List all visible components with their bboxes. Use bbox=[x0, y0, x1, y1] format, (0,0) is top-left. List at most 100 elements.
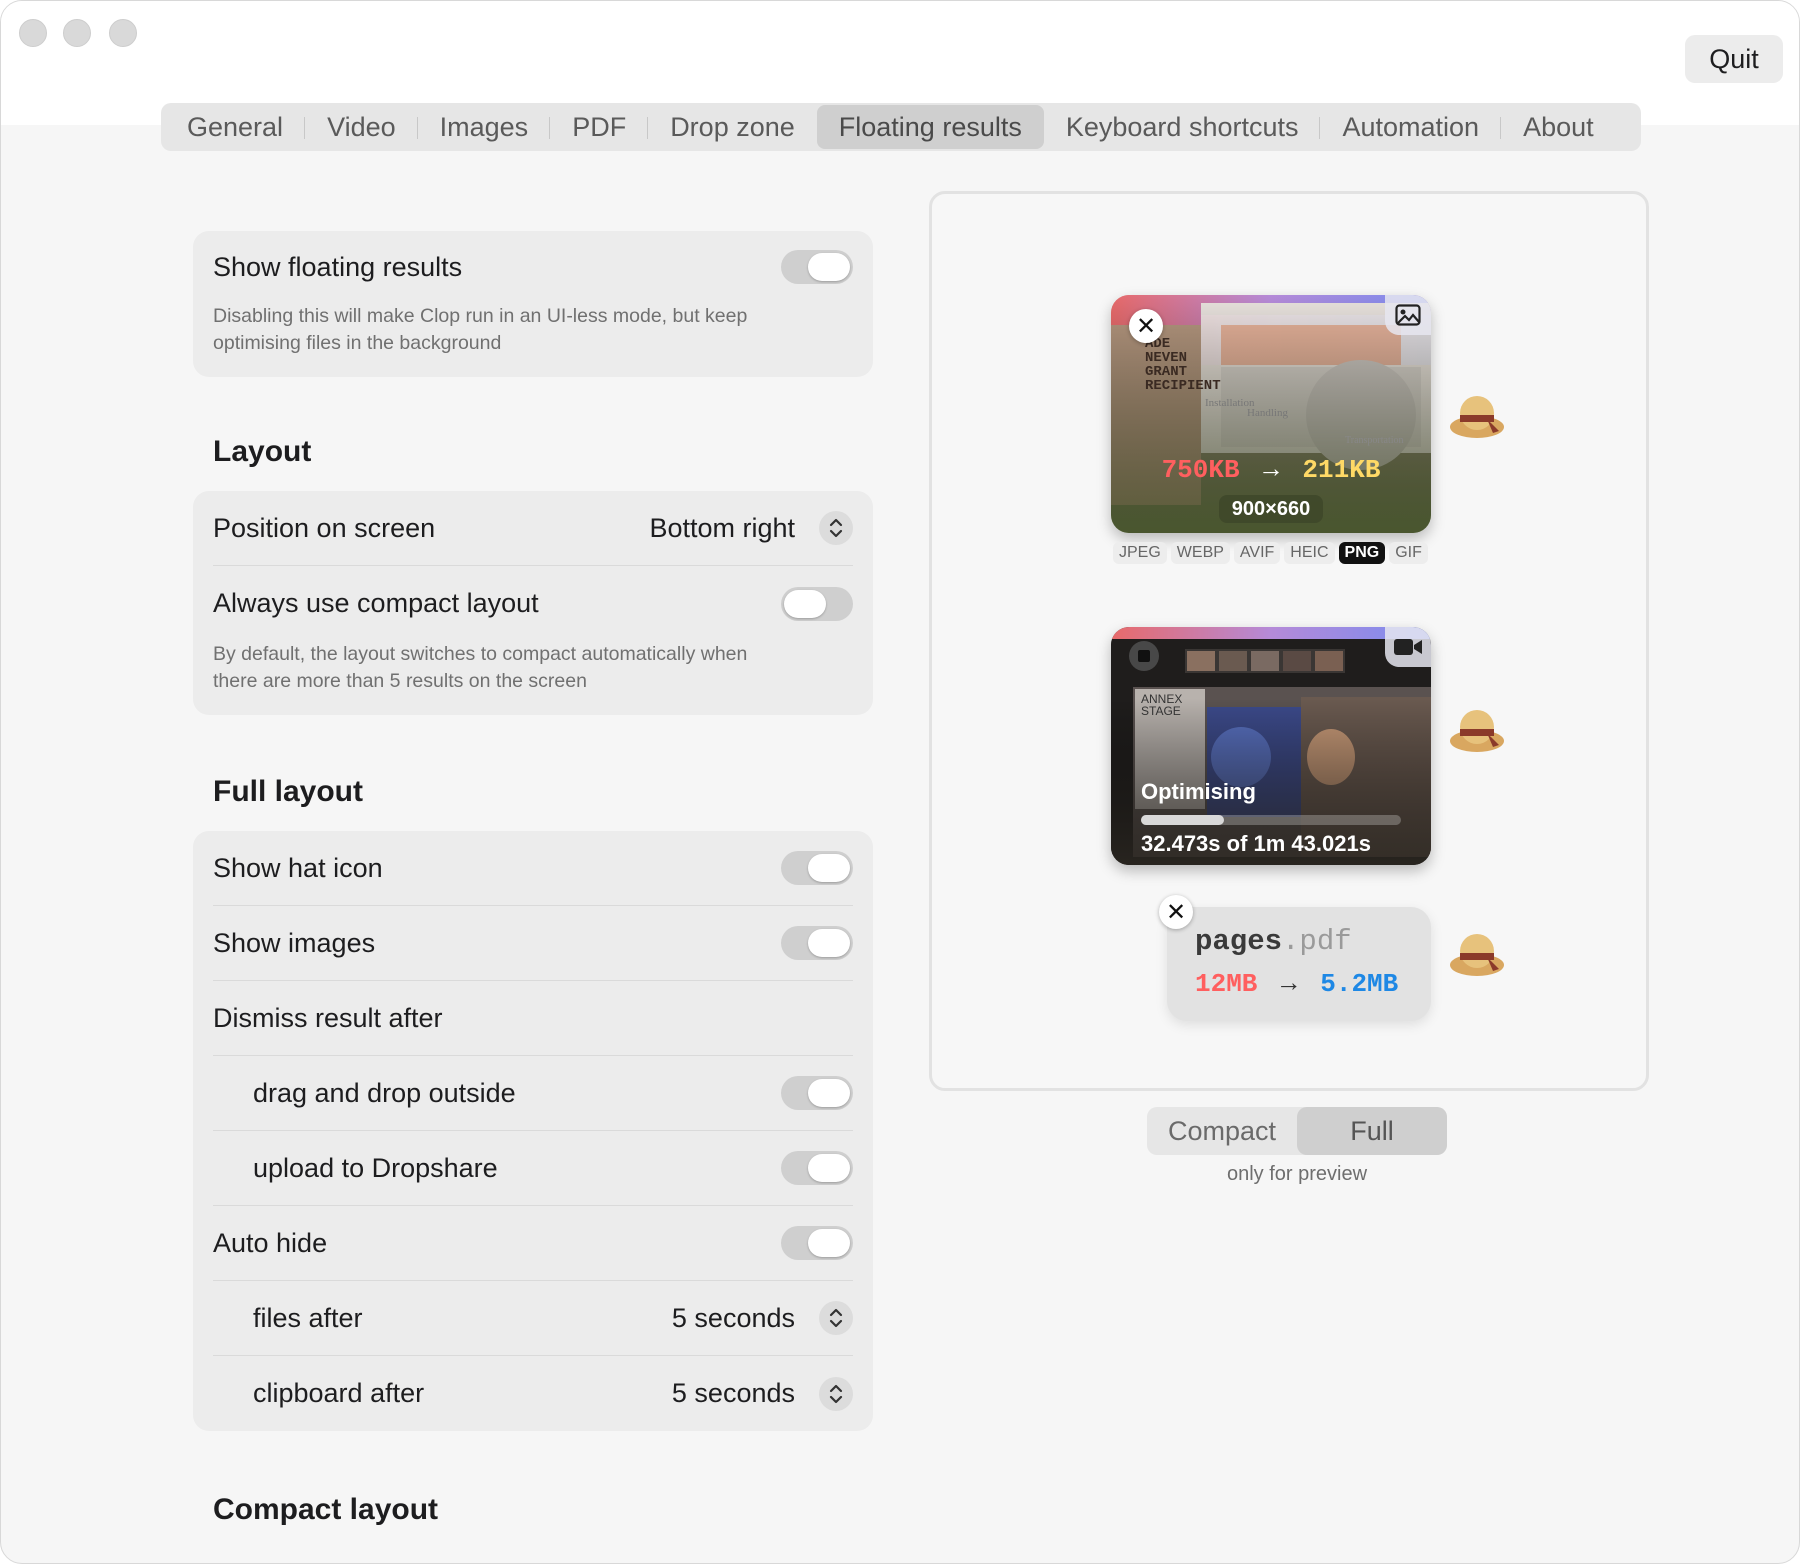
zoom-window-button[interactable] bbox=[109, 19, 137, 47]
image-new-size: 211KB bbox=[1302, 455, 1381, 485]
files-after-row: files after 5 seconds bbox=[213, 1281, 853, 1356]
video-result-card[interactable]: ANNEX STAGE Optimising 32.473s of 1m 43.… bbox=[1111, 627, 1431, 865]
pdf-size-change: 12MB → 5.2MB bbox=[1195, 969, 1398, 999]
files-after-select[interactable]: 5 seconds bbox=[672, 1301, 853, 1335]
auto-hide-label: Auto hide bbox=[213, 1227, 328, 1258]
compact-label: Always use compact layout bbox=[213, 588, 539, 618]
layout-mode-toggle: Compact Full bbox=[1147, 1107, 1447, 1155]
close-icon[interactable]: ✕ bbox=[1129, 309, 1163, 343]
minimize-window-button[interactable] bbox=[63, 19, 91, 47]
thumbnail-heading: ADE NEVEN GRANT RECIPIENT bbox=[1145, 336, 1221, 394]
full-layout-card: Show hat icon Show images Dismiss result… bbox=[193, 831, 873, 1431]
auto-hide-toggle[interactable] bbox=[781, 1226, 853, 1260]
show-floating-row: Show floating results bbox=[213, 231, 853, 303]
thumbnail-caption-3: Transportation bbox=[1345, 435, 1404, 446]
drag-drop-toggle[interactable] bbox=[781, 1076, 853, 1110]
stop-icon[interactable] bbox=[1129, 641, 1159, 671]
files-after-label: files after bbox=[253, 1302, 363, 1333]
show-hat-toggle[interactable] bbox=[781, 851, 853, 885]
full-mode-button[interactable]: Full bbox=[1297, 1107, 1447, 1155]
arrow-right-icon: → bbox=[1263, 455, 1279, 485]
position-label: Position on screen bbox=[213, 512, 436, 543]
image-icon bbox=[1385, 295, 1431, 335]
video-progress-fill bbox=[1141, 815, 1225, 825]
hat-icon bbox=[1450, 710, 1504, 752]
tab-about[interactable]: About bbox=[1501, 105, 1616, 149]
clipboard-after-row: clipboard after 5 seconds bbox=[213, 1356, 853, 1431]
position-row: Position on screen Bottom right bbox=[213, 491, 853, 566]
compact-row: Always use compact layout bbox=[213, 566, 853, 641]
video-progress-bar bbox=[1141, 815, 1401, 825]
compact-toggle[interactable] bbox=[781, 586, 853, 621]
upload-dropshare-label: upload to Dropshare bbox=[253, 1152, 498, 1183]
pdf-old-size: 12MB bbox=[1195, 969, 1258, 999]
quit-button[interactable]: Quit bbox=[1685, 35, 1783, 83]
settings-window: Quit General Video Images PDF Drop zone … bbox=[0, 0, 1800, 1564]
close-window-button[interactable] bbox=[19, 19, 47, 47]
clipboard-after-select[interactable]: 5 seconds bbox=[671, 1376, 853, 1411]
video-status: Optimising bbox=[1141, 779, 1256, 804]
drag-drop-label: drag and drop outside bbox=[253, 1077, 516, 1108]
format-selector: JPEG WEBP AVIF HEIC PNG GIF bbox=[1113, 542, 1428, 564]
pdf-extension: .pdf bbox=[1282, 925, 1352, 958]
auto-hide-row: Auto hide bbox=[213, 1206, 853, 1281]
pdf-new-size: 5.2MB bbox=[1320, 969, 1399, 999]
tab-general[interactable]: General bbox=[165, 105, 306, 149]
format-heic[interactable]: HEIC bbox=[1284, 542, 1335, 564]
show-images-toggle[interactable] bbox=[781, 926, 853, 960]
clipboard-after-value: 5 seconds bbox=[671, 1378, 795, 1408]
tab-floating-results[interactable]: Floating results bbox=[816, 105, 1044, 149]
tab-drop-zone[interactable]: Drop zone bbox=[648, 105, 817, 149]
format-jpeg[interactable]: JPEG bbox=[1113, 542, 1167, 564]
show-floating-card: Show floating results Disabling this wil… bbox=[193, 231, 873, 377]
upload-dropshare-row: upload to Dropshare bbox=[213, 1131, 853, 1206]
show-images-label: Show images bbox=[213, 927, 376, 958]
compact-description: By default, the layout switches to compa… bbox=[213, 643, 748, 692]
compact-mode-button[interactable]: Compact bbox=[1147, 1107, 1297, 1155]
show-floating-description: Disabling this will make Clop run in an … bbox=[213, 305, 748, 354]
layout-section-title: Layout bbox=[213, 435, 312, 468]
upload-dropshare-toggle[interactable] bbox=[781, 1151, 853, 1185]
show-images-row: Show images bbox=[213, 906, 853, 981]
pdf-filename: pages.pdf bbox=[1195, 925, 1352, 958]
format-avif[interactable]: AVIF bbox=[1233, 542, 1281, 564]
tab-pdf[interactable]: PDF bbox=[550, 105, 649, 149]
up-down-chevron-icon bbox=[819, 1376, 853, 1411]
arrow-right-icon: → bbox=[1281, 969, 1297, 999]
settings-column: Show floating results Disabling this wil… bbox=[193, 231, 873, 1527]
image-size-change: 750KB → 211KB bbox=[1111, 455, 1431, 485]
up-down-chevron-icon bbox=[819, 1301, 853, 1335]
up-down-chevron-icon bbox=[819, 511, 853, 545]
tab-video[interactable]: Video bbox=[305, 105, 418, 149]
thumbnail-caption-2: Handling bbox=[1247, 407, 1288, 419]
hat-icon bbox=[1450, 396, 1504, 438]
preview-note: only for preview bbox=[1226, 1163, 1368, 1185]
tab-bar: General Video Images PDF Drop zone Float… bbox=[161, 103, 1641, 151]
format-png[interactable]: PNG bbox=[1338, 542, 1386, 564]
layout-card: Position on screen Bottom right Always u… bbox=[193, 491, 873, 715]
tab-keyboard-shortcuts[interactable]: Keyboard shortcuts bbox=[1044, 105, 1321, 149]
video-camera-icon bbox=[1385, 627, 1431, 667]
show-hat-label: Show hat icon bbox=[213, 852, 383, 883]
format-webp[interactable]: WEBP bbox=[1170, 542, 1230, 564]
video-thumbnail bbox=[1111, 627, 1431, 865]
position-value: Bottom right bbox=[649, 512, 795, 543]
position-select[interactable]: Bottom right bbox=[649, 511, 853, 545]
close-icon[interactable]: ✕ bbox=[1159, 895, 1193, 929]
dismiss-after-label: Dismiss result after bbox=[213, 1002, 443, 1033]
tab-automation[interactable]: Automation bbox=[1320, 105, 1501, 149]
clipboard-after-label: clipboard after bbox=[253, 1378, 425, 1408]
show-floating-label: Show floating results bbox=[213, 251, 463, 282]
compact-layout-section-title: Compact layout bbox=[213, 1493, 439, 1526]
drag-drop-row: drag and drop outside bbox=[213, 1056, 853, 1131]
pdf-name: pages bbox=[1195, 925, 1283, 958]
video-progress-text: 32.473s of 1m 43.021s bbox=[1141, 831, 1371, 856]
show-floating-toggle[interactable] bbox=[781, 250, 853, 284]
dismiss-after-row: Dismiss result after bbox=[213, 981, 853, 1056]
files-after-value: 5 seconds bbox=[671, 1302, 795, 1333]
show-hat-row: Show hat icon bbox=[213, 831, 853, 906]
pdf-result-card[interactable]: pages.pdf 12MB → 5.2MB bbox=[1167, 907, 1431, 1021]
format-gif[interactable]: GIF bbox=[1389, 542, 1428, 564]
image-old-size: 750KB bbox=[1161, 455, 1240, 485]
tab-images[interactable]: Images bbox=[418, 105, 551, 149]
